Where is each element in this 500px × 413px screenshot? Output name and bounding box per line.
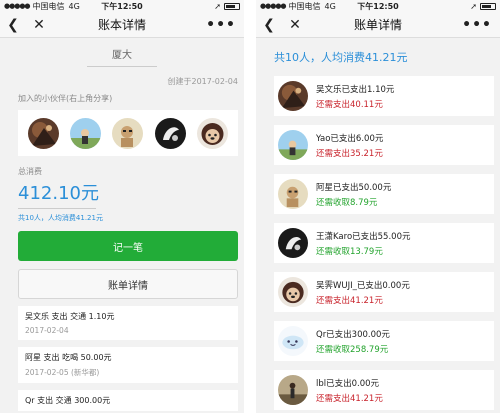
spent-text: 阿星已支出50.00元 <box>316 182 392 193</box>
avatar <box>278 375 308 405</box>
list-item[interactable]: Qr 支出 交通 300.00元 <box>18 390 238 411</box>
balance-text: 还需收取258.79元 <box>316 344 389 355</box>
avatar[interactable] <box>197 117 229 149</box>
balance-text: 还需支出35.21元 <box>316 148 383 159</box>
close-icon[interactable]: ✕ <box>30 17 48 33</box>
divider <box>18 208 96 209</box>
bill-summary: 共10人，人均消费41.21元 <box>274 51 408 64</box>
partners-label: 加入的小伙伴(右上角分享) <box>18 94 113 103</box>
list-item[interactable]: lbl已支出0.00元 还需支出41.21元 <box>274 370 494 410</box>
avatar[interactable] <box>27 117 59 149</box>
book-name: 厦大 <box>112 50 132 61</box>
created-date: 创建于2017-02-04 <box>167 77 239 86</box>
back-icon[interactable]: ❮ <box>4 17 22 33</box>
status-time: 下午12:50 <box>357 1 399 11</box>
bill-details-button[interactable]: 账单详情 <box>18 269 238 299</box>
status-time: 下午12:50 <box>101 1 143 11</box>
status-bar: ●●●●● 中国电信 4G 下午12:50 ➚ <box>256 0 500 12</box>
total-label: 总消费 <box>18 167 42 176</box>
balance-text: 还需支出41.21元 <box>316 393 383 404</box>
list-item[interactable]: 阿星已支出50.00元 还需收取8.79元 <box>274 174 494 214</box>
list-item[interactable]: 吴霁WUJI_已支出0.00元 还需支出41.21元 <box>274 272 494 312</box>
spent-text: Yao已支出6.00元 <box>316 133 384 144</box>
ledger-detail-screen: ●●●●● 中国电信 4G 下午12:50 ➚ ❮ ✕ 账本详情 ••• 厦大 … <box>0 0 244 413</box>
record-title: Qr 支出 交通 300.00元 <box>25 396 111 405</box>
list-item[interactable]: 王潇Karo已支出55.00元 还需收取13.79元 <box>274 223 494 263</box>
nav-bar: ❮ ✕ 账本详情 ••• <box>0 12 244 38</box>
balance-text: 还需支出41.21元 <box>316 295 383 306</box>
nav-bar: ❮ ✕ 账单详情 ••• <box>256 12 500 38</box>
balance-text: 还需收取8.79元 <box>316 197 378 208</box>
avatar <box>278 81 308 111</box>
more-icon[interactable]: ••• <box>206 17 236 33</box>
avatar <box>278 179 308 209</box>
add-record-button[interactable]: 记一笔 <box>18 231 238 261</box>
list-item[interactable]: 吴文乐 支出 交通 1.10元 2017-02-04 <box>18 306 238 340</box>
avatar <box>278 277 308 307</box>
total-summary: 共10人，人均消费41.21元 <box>18 214 103 222</box>
bill-detail-screen: ●●●●● 中国电信 4G 下午12:50 ➚ ❮ ✕ 账单详情 ••• 共10… <box>256 0 500 413</box>
record-title: 阿星 支出 吃喝 50.00元 <box>25 353 112 362</box>
battery-icon <box>224 2 240 10</box>
total-amount: 412.10元 <box>18 183 99 204</box>
avatar <box>278 326 308 356</box>
spent-text: Qr已支出300.00元 <box>316 329 390 340</box>
record-title: 吴文乐 支出 交通 1.10元 <box>25 312 115 321</box>
divider <box>87 66 157 67</box>
battery-icon <box>480 2 496 10</box>
list-item[interactable]: Qr已支出300.00元 还需收取258.79元 <box>274 321 494 361</box>
list-item[interactable]: Yao已支出6.00元 还需支出35.21元 <box>274 125 494 165</box>
partner-avatars <box>18 110 238 156</box>
spent-text: 吴文乐已支出1.10元 <box>316 84 395 95</box>
more-icon[interactable]: ••• <box>462 17 492 33</box>
record-date: 2017-02-05 (新华都) <box>25 368 100 377</box>
avatar[interactable] <box>154 117 186 149</box>
avatar[interactable] <box>70 117 102 149</box>
back-icon[interactable]: ❮ <box>260 17 278 33</box>
balance-text: 还需收取13.79元 <box>316 246 383 257</box>
record-date: 2017-02-04 <box>25 326 69 335</box>
list-item[interactable]: 阿星 支出 吃喝 50.00元 2017-02-05 (新华都) <box>18 347 238 383</box>
close-icon[interactable]: ✕ <box>286 17 304 33</box>
list-item[interactable]: 吴文乐已支出1.10元 还需支出40.11元 <box>274 76 494 116</box>
balance-text: 还需支出40.11元 <box>316 99 383 110</box>
status-bar: ●●●●● 中国电信 4G 下午12:50 ➚ <box>0 0 244 12</box>
spent-text: 吴霁WUJI_已支出0.00元 <box>316 280 410 291</box>
avatar[interactable] <box>112 117 144 149</box>
spent-text: lbl已支出0.00元 <box>316 378 380 389</box>
avatar <box>278 228 308 258</box>
avatar <box>278 130 308 160</box>
spent-text: 王潇Karo已支出55.00元 <box>316 231 411 242</box>
